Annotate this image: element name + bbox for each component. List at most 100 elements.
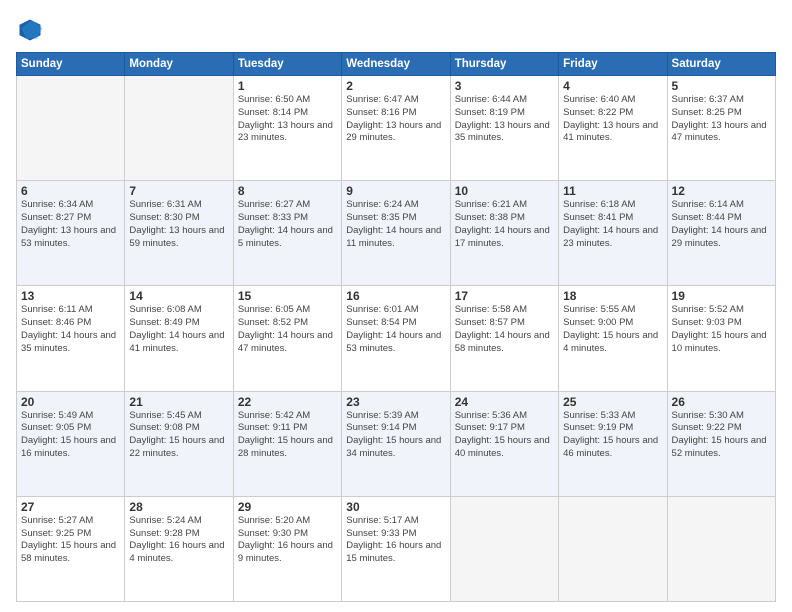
header xyxy=(16,16,776,44)
calendar-cell: 18Sunrise: 5:55 AM Sunset: 9:00 PM Dayli… xyxy=(559,286,667,391)
day-info: Sunrise: 6:37 AM Sunset: 8:25 PM Dayligh… xyxy=(672,94,771,145)
calendar-cell: 17Sunrise: 5:58 AM Sunset: 8:57 PM Dayli… xyxy=(450,286,558,391)
calendar-week-row: 1Sunrise: 6:50 AM Sunset: 8:14 PM Daylig… xyxy=(17,76,776,181)
calendar-header-sunday: Sunday xyxy=(17,53,125,76)
calendar-header-tuesday: Tuesday xyxy=(233,53,341,76)
day-info: Sunrise: 6:40 AM Sunset: 8:22 PM Dayligh… xyxy=(563,94,662,145)
calendar-header-friday: Friday xyxy=(559,53,667,76)
day-number: 14 xyxy=(129,289,228,303)
day-number: 9 xyxy=(346,184,445,198)
calendar-cell: 7Sunrise: 6:31 AM Sunset: 8:30 PM Daylig… xyxy=(125,181,233,286)
calendar-cell: 25Sunrise: 5:33 AM Sunset: 9:19 PM Dayli… xyxy=(559,391,667,496)
day-info: Sunrise: 5:27 AM Sunset: 9:25 PM Dayligh… xyxy=(21,515,120,566)
day-info: Sunrise: 6:44 AM Sunset: 8:19 PM Dayligh… xyxy=(455,94,554,145)
day-number: 16 xyxy=(346,289,445,303)
calendar-cell xyxy=(667,496,775,601)
calendar: SundayMondayTuesdayWednesdayThursdayFrid… xyxy=(16,52,776,602)
day-info: Sunrise: 5:20 AM Sunset: 9:30 PM Dayligh… xyxy=(238,515,337,566)
day-number: 21 xyxy=(129,395,228,409)
day-info: Sunrise: 5:17 AM Sunset: 9:33 PM Dayligh… xyxy=(346,515,445,566)
day-number: 11 xyxy=(563,184,662,198)
calendar-cell: 10Sunrise: 6:21 AM Sunset: 8:38 PM Dayli… xyxy=(450,181,558,286)
calendar-cell: 21Sunrise: 5:45 AM Sunset: 9:08 PM Dayli… xyxy=(125,391,233,496)
day-number: 12 xyxy=(672,184,771,198)
calendar-cell: 23Sunrise: 5:39 AM Sunset: 9:14 PM Dayli… xyxy=(342,391,450,496)
calendar-cell: 4Sunrise: 6:40 AM Sunset: 8:22 PM Daylig… xyxy=(559,76,667,181)
day-info: Sunrise: 5:45 AM Sunset: 9:08 PM Dayligh… xyxy=(129,410,228,461)
day-number: 15 xyxy=(238,289,337,303)
calendar-cell: 12Sunrise: 6:14 AM Sunset: 8:44 PM Dayli… xyxy=(667,181,775,286)
day-number: 28 xyxy=(129,500,228,514)
day-info: Sunrise: 6:11 AM Sunset: 8:46 PM Dayligh… xyxy=(21,304,120,355)
day-number: 24 xyxy=(455,395,554,409)
calendar-cell: 22Sunrise: 5:42 AM Sunset: 9:11 PM Dayli… xyxy=(233,391,341,496)
calendar-header-thursday: Thursday xyxy=(450,53,558,76)
calendar-cell: 5Sunrise: 6:37 AM Sunset: 8:25 PM Daylig… xyxy=(667,76,775,181)
day-info: Sunrise: 5:42 AM Sunset: 9:11 PM Dayligh… xyxy=(238,410,337,461)
day-info: Sunrise: 6:27 AM Sunset: 8:33 PM Dayligh… xyxy=(238,199,337,250)
day-info: Sunrise: 6:01 AM Sunset: 8:54 PM Dayligh… xyxy=(346,304,445,355)
calendar-cell: 27Sunrise: 5:27 AM Sunset: 9:25 PM Dayli… xyxy=(17,496,125,601)
calendar-cell: 30Sunrise: 5:17 AM Sunset: 9:33 PM Dayli… xyxy=(342,496,450,601)
calendar-cell: 16Sunrise: 6:01 AM Sunset: 8:54 PM Dayli… xyxy=(342,286,450,391)
day-number: 7 xyxy=(129,184,228,198)
day-info: Sunrise: 5:39 AM Sunset: 9:14 PM Dayligh… xyxy=(346,410,445,461)
calendar-cell: 20Sunrise: 5:49 AM Sunset: 9:05 PM Dayli… xyxy=(17,391,125,496)
day-info: Sunrise: 6:24 AM Sunset: 8:35 PM Dayligh… xyxy=(346,199,445,250)
day-number: 3 xyxy=(455,79,554,93)
day-number: 18 xyxy=(563,289,662,303)
day-info: Sunrise: 6:08 AM Sunset: 8:49 PM Dayligh… xyxy=(129,304,228,355)
day-number: 2 xyxy=(346,79,445,93)
day-number: 25 xyxy=(563,395,662,409)
day-info: Sunrise: 6:14 AM Sunset: 8:44 PM Dayligh… xyxy=(672,199,771,250)
day-info: Sunrise: 5:36 AM Sunset: 9:17 PM Dayligh… xyxy=(455,410,554,461)
day-number: 19 xyxy=(672,289,771,303)
calendar-cell: 19Sunrise: 5:52 AM Sunset: 9:03 PM Dayli… xyxy=(667,286,775,391)
calendar-week-row: 20Sunrise: 5:49 AM Sunset: 9:05 PM Dayli… xyxy=(17,391,776,496)
calendar-week-row: 13Sunrise: 6:11 AM Sunset: 8:46 PM Dayli… xyxy=(17,286,776,391)
day-number: 26 xyxy=(672,395,771,409)
calendar-week-row: 6Sunrise: 6:34 AM Sunset: 8:27 PM Daylig… xyxy=(17,181,776,286)
calendar-cell: 9Sunrise: 6:24 AM Sunset: 8:35 PM Daylig… xyxy=(342,181,450,286)
day-info: Sunrise: 5:30 AM Sunset: 9:22 PM Dayligh… xyxy=(672,410,771,461)
calendar-cell xyxy=(17,76,125,181)
day-number: 8 xyxy=(238,184,337,198)
calendar-cell: 6Sunrise: 6:34 AM Sunset: 8:27 PM Daylig… xyxy=(17,181,125,286)
day-number: 17 xyxy=(455,289,554,303)
calendar-cell xyxy=(125,76,233,181)
calendar-cell xyxy=(559,496,667,601)
calendar-cell: 24Sunrise: 5:36 AM Sunset: 9:17 PM Dayli… xyxy=(450,391,558,496)
calendar-cell: 13Sunrise: 6:11 AM Sunset: 8:46 PM Dayli… xyxy=(17,286,125,391)
calendar-cell: 8Sunrise: 6:27 AM Sunset: 8:33 PM Daylig… xyxy=(233,181,341,286)
day-info: Sunrise: 5:52 AM Sunset: 9:03 PM Dayligh… xyxy=(672,304,771,355)
logo-icon xyxy=(16,16,44,44)
day-info: Sunrise: 5:58 AM Sunset: 8:57 PM Dayligh… xyxy=(455,304,554,355)
day-number: 29 xyxy=(238,500,337,514)
logo xyxy=(16,16,48,44)
day-number: 4 xyxy=(563,79,662,93)
day-info: Sunrise: 6:31 AM Sunset: 8:30 PM Dayligh… xyxy=(129,199,228,250)
calendar-cell: 28Sunrise: 5:24 AM Sunset: 9:28 PM Dayli… xyxy=(125,496,233,601)
day-number: 23 xyxy=(346,395,445,409)
day-number: 1 xyxy=(238,79,337,93)
day-info: Sunrise: 6:50 AM Sunset: 8:14 PM Dayligh… xyxy=(238,94,337,145)
calendar-week-row: 27Sunrise: 5:27 AM Sunset: 9:25 PM Dayli… xyxy=(17,496,776,601)
day-number: 27 xyxy=(21,500,120,514)
day-number: 20 xyxy=(21,395,120,409)
calendar-cell: 3Sunrise: 6:44 AM Sunset: 8:19 PM Daylig… xyxy=(450,76,558,181)
day-number: 30 xyxy=(346,500,445,514)
day-info: Sunrise: 5:33 AM Sunset: 9:19 PM Dayligh… xyxy=(563,410,662,461)
calendar-cell: 29Sunrise: 5:20 AM Sunset: 9:30 PM Dayli… xyxy=(233,496,341,601)
day-info: Sunrise: 6:18 AM Sunset: 8:41 PM Dayligh… xyxy=(563,199,662,250)
day-info: Sunrise: 6:34 AM Sunset: 8:27 PM Dayligh… xyxy=(21,199,120,250)
calendar-header-monday: Monday xyxy=(125,53,233,76)
day-number: 6 xyxy=(21,184,120,198)
day-info: Sunrise: 6:05 AM Sunset: 8:52 PM Dayligh… xyxy=(238,304,337,355)
calendar-header-saturday: Saturday xyxy=(667,53,775,76)
calendar-cell: 2Sunrise: 6:47 AM Sunset: 8:16 PM Daylig… xyxy=(342,76,450,181)
day-info: Sunrise: 5:49 AM Sunset: 9:05 PM Dayligh… xyxy=(21,410,120,461)
day-info: Sunrise: 5:55 AM Sunset: 9:00 PM Dayligh… xyxy=(563,304,662,355)
calendar-header-row: SundayMondayTuesdayWednesdayThursdayFrid… xyxy=(17,53,776,76)
day-number: 10 xyxy=(455,184,554,198)
calendar-cell: 26Sunrise: 5:30 AM Sunset: 9:22 PM Dayli… xyxy=(667,391,775,496)
